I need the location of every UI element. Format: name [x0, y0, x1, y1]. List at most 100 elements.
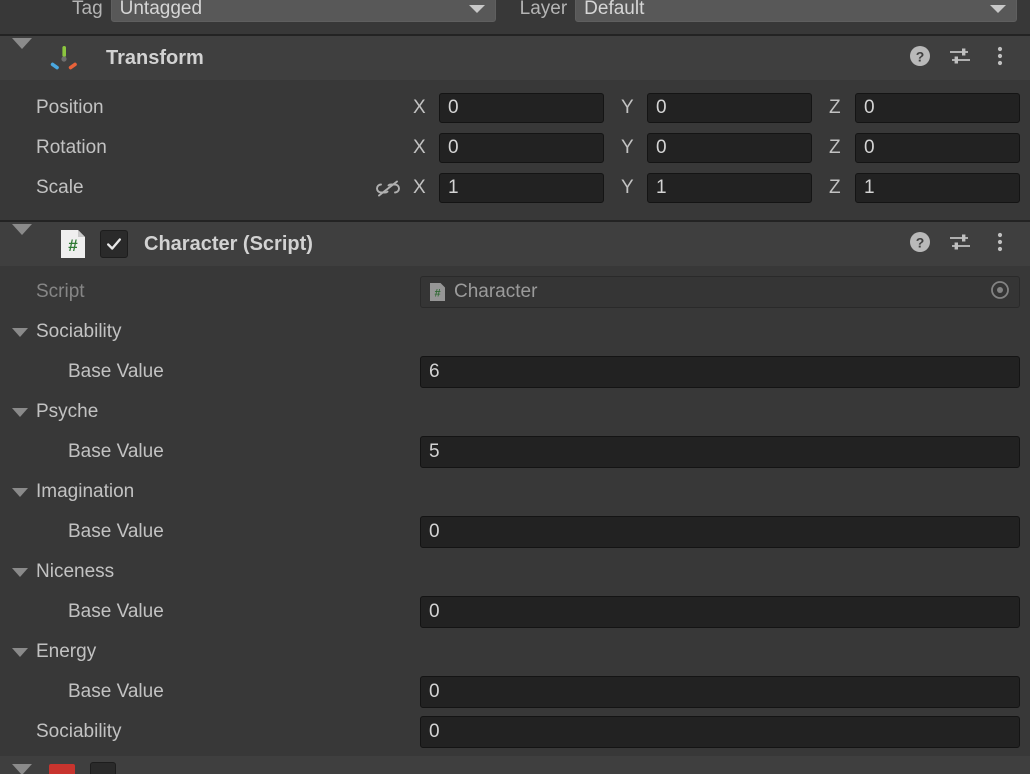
property-foldout-psyche[interactable]: Psyche [0, 392, 1030, 432]
scale-y-input[interactable]: 1 [647, 173, 812, 203]
imagination-base-value: 0 [429, 521, 440, 542]
scale-x-input[interactable]: 1 [439, 173, 604, 203]
transform-component-header[interactable]: Transform ? [0, 36, 1030, 80]
kebab-menu-icon[interactable] [988, 230, 1012, 259]
psyche-foldout-group: Psyche [0, 401, 98, 423]
next-component-header-clipped[interactable] [0, 756, 1030, 774]
preset-icon[interactable] [948, 44, 972, 73]
rotation-y-input[interactable]: 0 [647, 133, 812, 163]
sociability-field-label: Sociability [36, 721, 122, 742]
position-y-value: 0 [656, 97, 667, 118]
property-row-energy-base-value: Base Value 0 [0, 672, 1030, 712]
rotation-label: Rotation [36, 137, 107, 158]
sociability-foldout-label: Sociability [36, 321, 122, 342]
cs-script-icon: # [429, 282, 446, 302]
position-vector: X 0 Y 0 Z 0 [413, 93, 1020, 123]
character-foldout-toggle[interactable] [12, 224, 32, 253]
position-label: Position [36, 97, 104, 118]
help-icon[interactable]: ? [908, 44, 932, 73]
position-y-input[interactable]: 0 [647, 93, 812, 123]
energy-foldout-group: Energy [0, 641, 96, 663]
character-enabled-checkbox[interactable] [100, 230, 128, 258]
transform-foldout-toggle[interactable] [12, 38, 32, 67]
rotation-x-value: 0 [448, 137, 459, 158]
base-value-label: Base Value [68, 601, 164, 622]
rotation-z-input[interactable]: 0 [855, 133, 1020, 163]
script-object-field[interactable]: # Character [420, 276, 1020, 308]
svg-text:#: # [434, 288, 440, 300]
help-icon[interactable]: ? [908, 230, 932, 259]
axis-x-label: X [413, 97, 426, 118]
layer-label: Layer [519, 0, 568, 19]
scale-vector: X 1 Y 1 Z 1 [375, 173, 1020, 203]
axis-x-label: X [413, 177, 426, 198]
property-row-psyche-base-value: Base Value 5 [0, 432, 1030, 472]
axis-y-label: Y [621, 97, 634, 118]
property-foldout-niceness[interactable]: Niceness [0, 552, 1030, 592]
axis-y-label: Y [621, 137, 634, 158]
scale-y-value: 1 [656, 177, 667, 198]
chevron-down-icon [468, 5, 485, 13]
base-value-label: Base Value [68, 441, 164, 462]
property-row-sociability-base-value: Base Value 6 [0, 352, 1030, 392]
layer-dropdown[interactable]: Default [575, 0, 1018, 22]
rotation-z-value: 0 [864, 137, 875, 158]
sociability-field-value: 0 [429, 721, 440, 742]
character-script-title: Character (Script) [144, 232, 313, 255]
chevron-down-icon [990, 5, 1007, 13]
svg-text:?: ? [916, 234, 925, 250]
svg-text:?: ? [916, 48, 925, 64]
rotation-y-value: 0 [656, 137, 667, 158]
scale-z-value: 1 [864, 177, 875, 198]
property-foldout-energy[interactable]: Energy [0, 632, 1030, 672]
niceness-base-value: 0 [429, 601, 440, 622]
chevron-down-icon [12, 224, 32, 252]
niceness-foldout-label: Niceness [36, 561, 115, 582]
object-picker-icon[interactable] [989, 279, 1011, 306]
character-script-component-header[interactable]: # Character (Script) ? [0, 222, 1030, 266]
property-row-niceness-base-value: Base Value 0 [0, 592, 1030, 632]
unity-inspector-panel: Tag Untagged Layer Default Transform ? P… [0, 0, 1030, 774]
psyche-foldout-label: Psyche [36, 401, 99, 422]
psyche-base-value-input[interactable]: 5 [420, 436, 1020, 468]
sociability-field-input[interactable]: 0 [420, 716, 1020, 748]
property-row-imagination-base-value: Base Value 0 [0, 512, 1030, 552]
transform-gizmo-icon [50, 44, 78, 72]
axis-z-label: Z [829, 177, 841, 198]
tag-dropdown[interactable]: Untagged [110, 0, 496, 22]
base-value-label: Base Value [68, 521, 164, 542]
property-foldout-sociability[interactable]: Sociability [0, 312, 1030, 352]
position-z-input[interactable]: 0 [855, 93, 1020, 123]
script-object-name: Character [454, 281, 538, 302]
transform-title: Transform [106, 46, 204, 69]
sociability-base-value: 6 [429, 361, 440, 382]
niceness-base-value-input[interactable]: 0 [420, 596, 1020, 628]
sociability-base-value-input[interactable]: 6 [420, 356, 1020, 388]
next-component-enabled-checkbox[interactable] [90, 762, 116, 774]
base-value-label: Base Value [68, 681, 164, 702]
property-row-sociability-field: Sociability 0 [0, 712, 1030, 752]
cs-script-icon: # [60, 229, 86, 259]
component-icon [48, 762, 76, 774]
psyche-base-value: 5 [429, 441, 440, 462]
axis-z-label: Z [829, 97, 841, 118]
transform-header-icons: ? [908, 44, 1012, 73]
chevron-down-icon [12, 764, 32, 774]
position-x-value: 0 [448, 97, 459, 118]
energy-foldout-label: Energy [36, 641, 97, 662]
property-foldout-imagination[interactable]: Imagination [0, 472, 1030, 512]
chevron-down-icon [12, 487, 28, 497]
position-x-input[interactable]: 0 [439, 93, 604, 123]
chevron-down-icon [12, 407, 28, 417]
scale-z-input[interactable]: 1 [855, 173, 1020, 203]
kebab-menu-icon[interactable] [988, 44, 1012, 73]
scale-label: Scale [36, 177, 84, 198]
imagination-base-value-input[interactable]: 0 [420, 516, 1020, 548]
rotation-x-input[interactable]: 0 [439, 133, 604, 163]
preset-icon[interactable] [948, 230, 972, 259]
unlinked-chain-icon[interactable] [375, 177, 401, 199]
chevron-down-icon [12, 647, 28, 657]
axis-x-label: X [413, 137, 426, 158]
layer-group: Layer Default [520, 0, 1018, 22]
energy-base-value-input[interactable]: 0 [420, 676, 1020, 708]
